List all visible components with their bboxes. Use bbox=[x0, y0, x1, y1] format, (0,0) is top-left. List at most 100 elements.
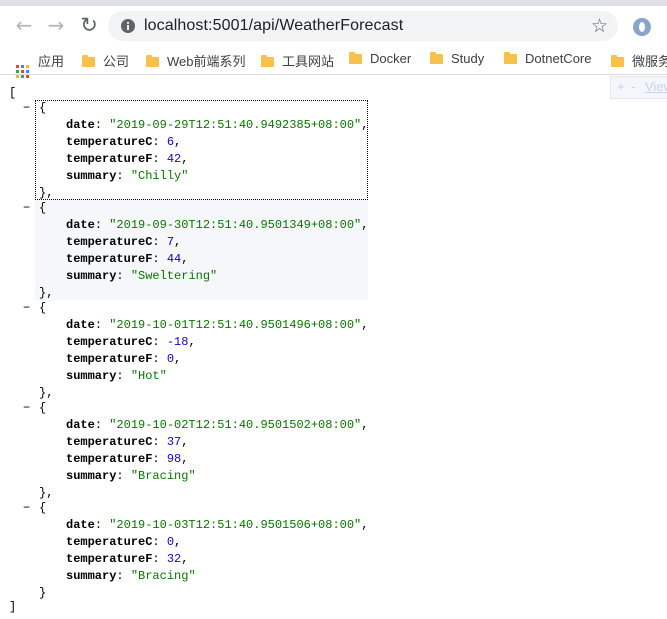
json-field-temperatureF: temperatureF: 0, bbox=[66, 351, 181, 368]
collapse-toggle-icon[interactable]: − bbox=[23, 100, 33, 117]
collapse-toggle-icon[interactable]: − bbox=[23, 200, 33, 217]
view-source-link[interactable]: View bbox=[645, 79, 667, 94]
separator: : bbox=[94, 418, 110, 432]
separator: : bbox=[152, 235, 167, 249]
folder-icon bbox=[504, 52, 517, 64]
bookmark-folder[interactable]: Docker bbox=[349, 51, 411, 67]
address-bar[interactable]: localhost:5001/api/WeatherForecast ☆ bbox=[108, 11, 618, 41]
star-icon[interactable]: ☆ bbox=[591, 15, 608, 37]
bookmark-label: Docker bbox=[370, 51, 412, 66]
bookmark-label: 微服务 bbox=[632, 54, 667, 69]
json-key: temperatureF bbox=[66, 352, 153, 366]
separator: : bbox=[94, 518, 110, 532]
json-field-temperatureC: temperatureC: 7, bbox=[66, 234, 181, 251]
json-key: summary bbox=[66, 269, 117, 283]
json-key: date bbox=[66, 118, 95, 132]
json-key: temperatureF bbox=[66, 152, 153, 166]
bookmark-label: DotnetCore bbox=[525, 51, 592, 66]
bookmark-folder[interactable]: Web前端系列 bbox=[146, 51, 246, 69]
back-arrow-icon[interactable]: ← bbox=[13, 14, 35, 36]
json-key: temperatureF bbox=[66, 452, 153, 466]
json-field-date: date: "2019-10-01T12:51:40.9501496+08:00… bbox=[66, 317, 368, 334]
json-field-temperatureC: temperatureC: 37, bbox=[66, 434, 188, 451]
json-value: 0 bbox=[166, 535, 175, 549]
url-text[interactable]: localhost:5001/api/WeatherForecast bbox=[144, 17, 403, 35]
open-brace: { bbox=[39, 401, 47, 415]
jsonview-toolbar: + - View bbox=[610, 76, 667, 99]
comma: , bbox=[361, 318, 369, 332]
json-field-summary: summary: "Chilly" bbox=[66, 168, 188, 185]
open-brace: { bbox=[39, 101, 47, 115]
json-field-summary: summary: "Bracing" bbox=[66, 568, 196, 585]
open-brace: { bbox=[39, 201, 47, 215]
json-value: "Hot" bbox=[130, 369, 167, 383]
collapse-toggle-icon[interactable]: − bbox=[23, 400, 33, 417]
json-value: 44 bbox=[166, 252, 182, 266]
json-value: "2019-10-01T12:51:40.9501496+08:00" bbox=[109, 318, 362, 332]
json-field-temperatureF: temperatureF: 98, bbox=[66, 451, 188, 468]
separator: : bbox=[116, 469, 131, 483]
open-brace: { bbox=[39, 301, 47, 315]
json-key: temperatureF bbox=[66, 252, 153, 266]
json-key: summary bbox=[66, 569, 117, 583]
expand-all-button[interactable]: + bbox=[617, 79, 625, 94]
close-brace: } bbox=[39, 586, 47, 600]
json-field-date: date: "2019-09-29T12:51:40.9492385+08:00… bbox=[66, 117, 368, 134]
comma: , bbox=[181, 452, 189, 466]
json-value: 42 bbox=[166, 152, 182, 166]
close-bracket: ] bbox=[9, 600, 17, 614]
separator: : bbox=[152, 152, 167, 166]
bookmark-label: Web前端系列 bbox=[167, 54, 246, 69]
json-key: date bbox=[66, 218, 95, 232]
reload-icon[interactable]: ↻ bbox=[78, 14, 100, 36]
separator: : bbox=[94, 218, 110, 232]
json-value: "Bracing" bbox=[130, 569, 196, 583]
bookmark-label: Study bbox=[451, 51, 485, 66]
json-value: 0 bbox=[166, 352, 175, 366]
separator: : bbox=[152, 535, 167, 549]
info-icon[interactable] bbox=[120, 18, 136, 34]
json-key: temperatureC bbox=[66, 235, 153, 249]
comma: , bbox=[181, 552, 189, 566]
json-field-summary: summary: "Sweltering" bbox=[66, 268, 217, 285]
comma: , bbox=[174, 352, 182, 366]
json-value: 6 bbox=[166, 135, 175, 149]
bookmark-folder[interactable]: 工具网站 bbox=[261, 51, 335, 69]
json-field-date: date: "2019-09-30T12:51:40.9501349+08:00… bbox=[66, 217, 368, 234]
separator: : bbox=[152, 452, 167, 466]
json-value: "Sweltering" bbox=[130, 269, 218, 283]
collapse-toggle-icon[interactable]: − bbox=[23, 500, 33, 517]
json-value: "2019-09-29T12:51:40.9492385+08:00" bbox=[109, 118, 362, 132]
collapse-toggle-icon[interactable]: − bbox=[23, 300, 33, 317]
separator: : bbox=[116, 269, 131, 283]
json-value: -18 bbox=[166, 335, 189, 349]
json-field-temperatureF: temperatureF: 32, bbox=[66, 551, 188, 568]
comma: , bbox=[361, 418, 369, 432]
comma: , bbox=[361, 118, 369, 132]
json-field-temperatureF: temperatureF: 42, bbox=[66, 151, 188, 168]
collapse-all-button[interactable]: - bbox=[631, 79, 635, 94]
extension-icon[interactable] bbox=[633, 18, 651, 36]
comma: , bbox=[181, 435, 189, 449]
forward-arrow-icon[interactable]: → bbox=[45, 14, 67, 36]
json-key: summary bbox=[66, 169, 117, 183]
open-bracket: [ bbox=[9, 86, 17, 100]
json-value: "Bracing" bbox=[130, 469, 196, 483]
bookmark-folder[interactable]: DotnetCore bbox=[504, 51, 591, 67]
apps-grid-icon bbox=[16, 65, 29, 78]
separator: : bbox=[116, 169, 131, 183]
bookmark-label: 公司 bbox=[103, 54, 130, 69]
bookmark-apps[interactable]: 应用 bbox=[16, 51, 64, 78]
comma: , bbox=[174, 235, 182, 249]
separator: : bbox=[94, 118, 110, 132]
bookmark-folder[interactable]: Study bbox=[430, 51, 484, 67]
folder-icon bbox=[261, 55, 274, 67]
bookmark-folder[interactable]: 微服务 bbox=[611, 51, 667, 69]
separator: : bbox=[152, 252, 167, 266]
open-brace: { bbox=[39, 501, 47, 515]
bookmark-folder[interactable]: 公司 bbox=[82, 51, 130, 69]
json-value: 98 bbox=[166, 452, 182, 466]
json-key: temperatureF bbox=[66, 552, 153, 566]
json-field-temperatureC: temperatureC: 0, bbox=[66, 534, 181, 551]
bookmark-label: 工具网站 bbox=[282, 54, 335, 69]
